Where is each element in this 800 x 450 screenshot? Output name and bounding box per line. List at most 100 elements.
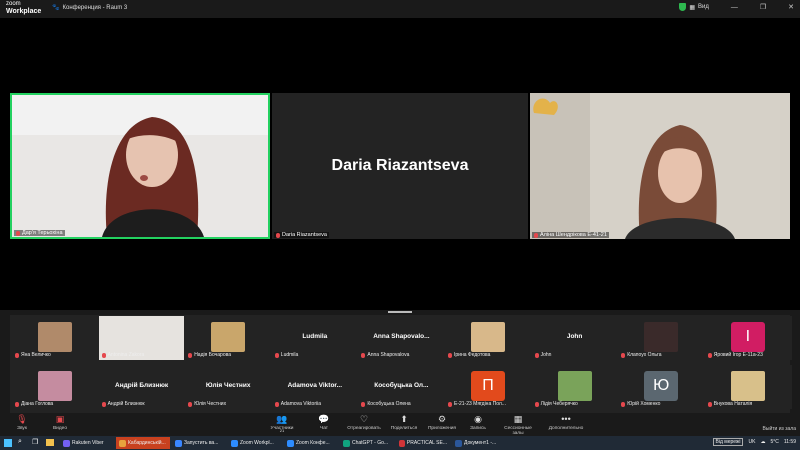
mic-off-icon — [15, 352, 19, 358]
tile-label: Е-21-23 Мягдіна Пол... — [448, 401, 506, 407]
participant-photo — [557, 371, 592, 401]
gallery-tile[interactable]: П Е-21-23 Мягдіна Пол... — [444, 365, 532, 409]
gallery-tile[interactable]: Внукова Наталія — [703, 365, 792, 409]
audio-button[interactable]: 🎙 Звук — [2, 414, 42, 431]
tile-label: Діана Гоглова — [15, 401, 53, 407]
app-icon — [63, 439, 70, 447]
participant-video — [530, 93, 790, 239]
chat-button[interactable]: 💬 Чат — [304, 414, 344, 431]
participant-initial-avatar: П — [471, 371, 505, 401]
tile-label: Ірина Федотова — [448, 352, 490, 358]
gallery-resize-handle[interactable] — [388, 311, 412, 313]
mic-off-icon — [448, 401, 452, 407]
gallery-tile[interactable]: Надія Бочарова — [184, 316, 273, 360]
tile-label: Дар'я Терьохіна — [14, 230, 65, 236]
record-button[interactable]: ◉ Запись — [458, 414, 498, 431]
participant-name: Ludmila — [302, 333, 328, 340]
participant-photo — [211, 322, 246, 352]
tile-label: Юрій Хоменко — [621, 401, 660, 407]
gallery-tile[interactable]: Кособуцька Ол... Кособуцька Олена — [357, 365, 446, 409]
language-indicator[interactable]: UK — [748, 439, 755, 445]
gallery-tile[interactable]: John John — [530, 316, 619, 360]
more-button[interactable]: ••• Дополнительно — [546, 414, 586, 431]
gallery-tile[interactable]: Anna Shapovalo... Anna Shapovalova — [357, 316, 446, 360]
app-icon — [455, 439, 462, 447]
close-button[interactable]: ✕ — [788, 3, 794, 11]
temperature: 5°C — [770, 439, 779, 445]
maximize-button[interactable]: ❐ — [760, 3, 766, 11]
tile-label: Андрій Близнюк — [101, 401, 145, 407]
mic-off-icon — [276, 232, 280, 238]
gallery-tile[interactable]: Клапоух Ольга — [617, 316, 706, 360]
search-icon[interactable]: ⌕ — [18, 438, 22, 446]
windows-taskbar: ⌕ ❐ Від мережі UK ☁ 5°C 11:59 Rakuten Vi… — [0, 436, 800, 450]
minimize-button[interactable]: — — [731, 4, 738, 11]
gallery-tile[interactable]: Ю Юрій Хоменко — [617, 365, 706, 409]
leave-room-button[interactable]: Выйти из зала — [763, 426, 796, 432]
clock[interactable]: 11:59 — [784, 439, 796, 445]
breakout-rooms-button[interactable]: ▦ Сессионные залы — [498, 414, 538, 436]
chat-icon: 💬 — [318, 414, 330, 424]
mic-off-icon — [448, 352, 452, 358]
taskbar-app[interactable]: Кабардинській... — [116, 437, 170, 449]
gallery-tile[interactable]: Лідія Чеберячко — [530, 365, 619, 409]
tile-label: Аліна Шендрікова Е-41-21 — [532, 232, 609, 238]
app-icon — [343, 439, 350, 447]
react-button[interactable]: ♡ Отреагировать — [344, 414, 384, 431]
tile-label: Adamova Viktoriia — [274, 401, 321, 407]
participant-initial-avatar: Ю — [644, 371, 679, 401]
gallery-tile[interactable]: Андрій Близнюк Андрій Близнюк — [97, 365, 186, 409]
meeting-toolbar: 🎙 Звук ▣ Видео 👥21 Участники 💬 Чат ♡ Отр… — [0, 413, 800, 436]
gallery-tile[interactable]: Adamova Viktor... Adamova Viktoriia — [270, 365, 359, 409]
video-button[interactable]: ▣ Видео — [40, 414, 80, 431]
mic-off-icon — [188, 352, 193, 358]
gallery-tile[interactable]: Ірина Федотова — [444, 316, 532, 360]
view-button[interactable]: ▦ Вид — [679, 3, 709, 11]
participants-button[interactable]: 👥21 Участники — [262, 414, 302, 433]
network-status[interactable]: Від мережі — [712, 438, 744, 446]
gallery-tile[interactable]: Яна Величко — [11, 316, 99, 360]
mic-off-icon — [707, 352, 712, 358]
participant-name: Anna Shapovalo... — [373, 333, 430, 340]
taskbar-app[interactable]: Rakuten Viber — [60, 437, 114, 449]
shield-icon — [679, 3, 687, 11]
taskbar-app[interactable]: PRACTICAL SE... — [396, 437, 450, 449]
tile-label: Ludmila — [274, 352, 298, 358]
windows-start-icon[interactable] — [4, 439, 12, 447]
taskbar-app[interactable]: Zoom Конфе... — [284, 437, 338, 449]
tile-label: Daria Riazantseva — [274, 232, 329, 238]
file-explorer-icon[interactable] — [46, 439, 54, 446]
tile-label: Antonina Zakora — [101, 352, 144, 358]
gallery-tile[interactable]: Antonina Zakora — [97, 316, 186, 360]
gallery-tile[interactable]: I Яровий Ігор Е-11а-23 — [703, 316, 792, 360]
meeting-title: 🐾 Конференция - Raum 3 — [52, 4, 128, 12]
video-tile-3[interactable]: Аліна Шендрікова Е-41-21 — [530, 93, 790, 239]
taskbar-app[interactable]: Документ1 -... — [452, 437, 506, 449]
app-icon — [231, 439, 238, 447]
taskbar-app[interactable]: Zoom Workpl... — [228, 437, 282, 449]
mic-off-icon — [15, 401, 19, 407]
gallery-tile[interactable]: Юлія Честних Юлія Честних — [184, 365, 273, 409]
mic-off-icon — [274, 352, 279, 358]
system-tray: Від мережі UK ☁ 5°C 11:59 — [712, 438, 796, 446]
video-tile-1[interactable]: Дар'я Терьохіна — [10, 93, 270, 239]
app-icon — [287, 439, 294, 447]
tile-label: John — [534, 352, 551, 358]
taskbar-app[interactable]: ChatGPT - Go... — [340, 437, 394, 449]
gallery-tile[interactable]: Ludmila Ludmila — [270, 316, 359, 360]
grid-icon: ▦ — [689, 4, 695, 11]
apps-button[interactable]: ⚙ Приложения — [422, 414, 462, 431]
video-tile-2[interactable]: Daria Riazantseva Daria Riazantseva — [272, 93, 528, 239]
tile-label: Яна Величко — [15, 352, 51, 358]
share-button[interactable]: ⬆ Поделиться — [384, 414, 424, 431]
gallery-tile[interactable]: Діана Гоглова — [11, 365, 99, 409]
mic-off-icon — [274, 401, 279, 407]
mic-off-icon — [621, 352, 626, 358]
taskbar-app[interactable]: Запустить ва... — [172, 437, 226, 449]
app-icon — [175, 439, 182, 447]
mic-off-icon — [534, 352, 539, 358]
tile-label: Лідія Чеберячко — [534, 401, 578, 407]
participant-name: John — [566, 333, 583, 340]
task-view-icon[interactable]: ❐ — [32, 438, 38, 446]
participant-name: Юлія Честних — [205, 382, 251, 389]
